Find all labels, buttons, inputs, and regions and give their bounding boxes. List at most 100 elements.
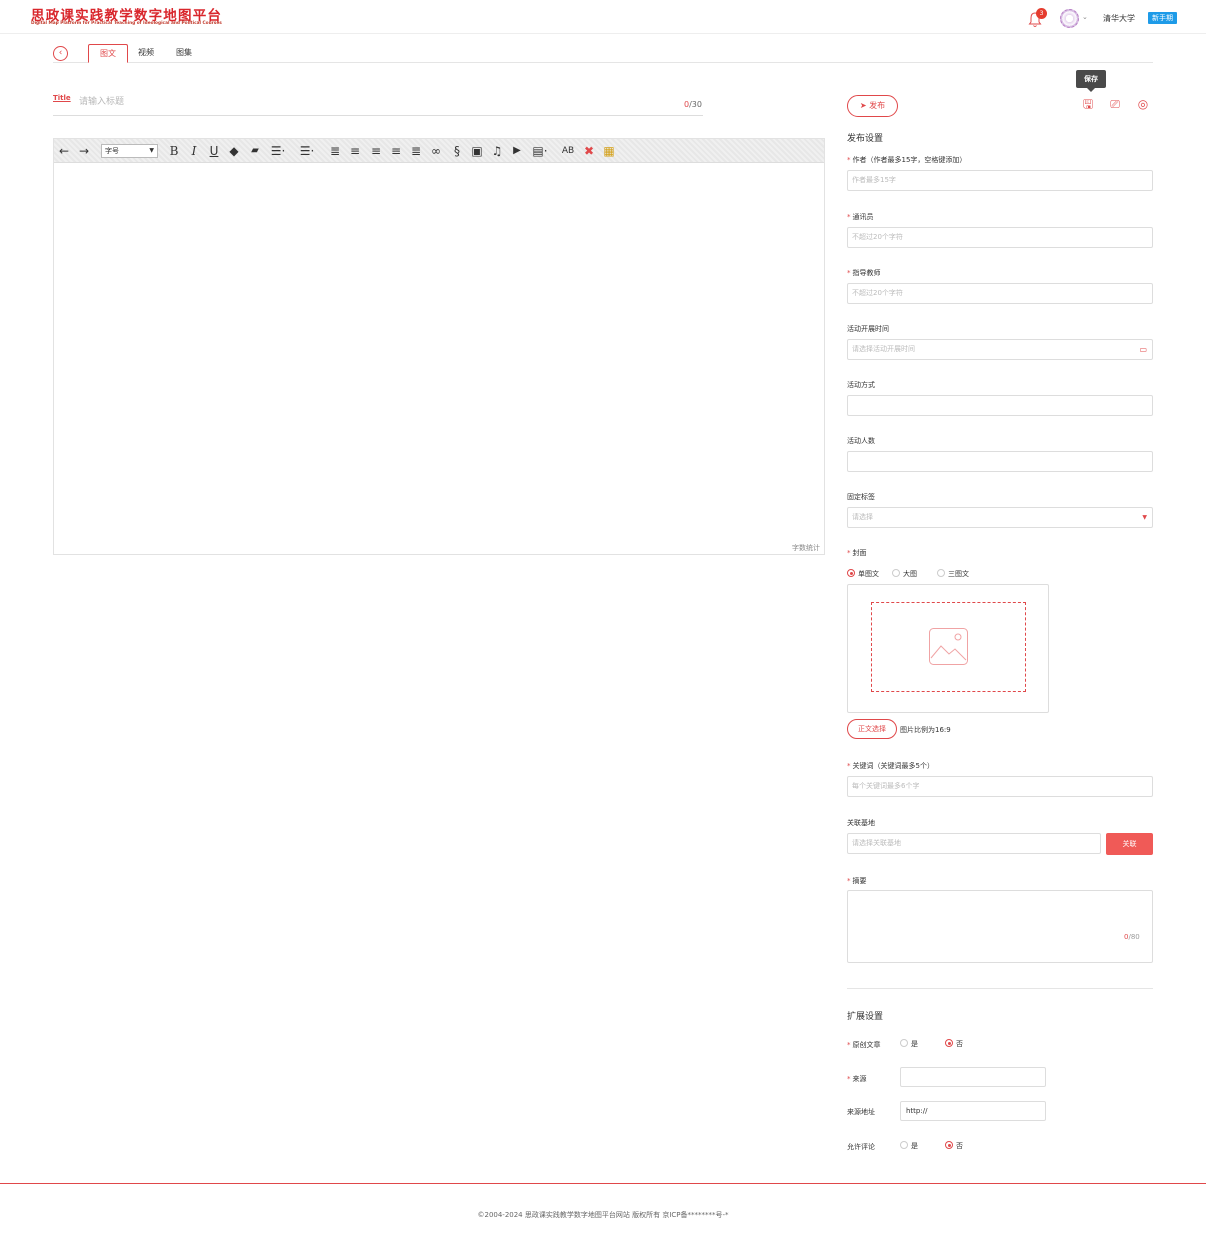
tab-article[interactable]: 图文 (88, 44, 128, 63)
activity-time-picker[interactable]: 请选择活动开展时间 ▭ (847, 339, 1153, 360)
advisor-label-text: 指导教师 (852, 269, 881, 277)
activity-count-input[interactable] (847, 451, 1153, 472)
link-base-button[interactable]: 关联 (1106, 833, 1153, 855)
chevron-down-icon[interactable]: ⌄ (1082, 13, 1088, 21)
cover-label: * 封面 (847, 548, 867, 558)
publish-settings-title: 发布设置 (847, 134, 884, 144)
save-icon[interactable]: 🖫 (1080, 96, 1096, 112)
allow-comment-yes-radio[interactable]: 是 (900, 1141, 918, 1151)
calendar-icon: ▭ (1139, 345, 1147, 354)
cover-option-label: 三图文 (948, 570, 969, 578)
fixed-tag-placeholder: 请选择 (852, 513, 873, 521)
cover-ratio-hint: 图片比例为16:9 (900, 726, 951, 734)
font-size-select[interactable]: 字号 ▼ (101, 144, 158, 158)
correspondent-input[interactable]: 不超过20个字符 (847, 227, 1153, 248)
summary-label-text: 摘要 (852, 877, 867, 885)
linked-base-input[interactable]: 请选择关联基地 (847, 833, 1101, 854)
radio-label: 是 (911, 1142, 918, 1150)
author-label: * 作者（作者最多15字，空格键添加） (847, 155, 966, 165)
chevron-left-icon: ‹ (58, 48, 63, 58)
word-count[interactable]: 字数统计 (792, 543, 820, 553)
radio-label: 是 (911, 1040, 918, 1048)
original-no-radio[interactable]: 否 (945, 1039, 963, 1049)
preview-icon[interactable]: ◎ (1135, 96, 1151, 112)
bold-icon[interactable]: B (167, 143, 181, 159)
ordered-list-icon[interactable]: ☰· (268, 143, 288, 159)
original-label: * 原创文章 (847, 1040, 881, 1050)
undo-icon[interactable]: ← (57, 143, 71, 159)
unlink-icon[interactable]: § (450, 143, 464, 159)
footer-divider (0, 1183, 1206, 1184)
publish-label: 发布 (869, 101, 886, 110)
table-icon[interactable]: ▦ (601, 143, 617, 159)
cover-option-single[interactable]: 单图文 (847, 569, 879, 579)
keywords-input[interactable]: 每个关键词最多6个字 (847, 776, 1153, 797)
radio-checked-icon (945, 1039, 953, 1047)
fixed-tag-select[interactable]: 请选择 ▼ (847, 507, 1153, 528)
source-label: * 来源 (847, 1074, 867, 1084)
template-icon[interactable]: ▤· (530, 143, 550, 159)
cover-option-triple[interactable]: 三图文 (937, 569, 969, 579)
school-name[interactable]: 清华大学 (1103, 13, 1135, 24)
fixed-tag-label: 固定标签 (847, 493, 875, 501)
required-mark: * (847, 269, 851, 277)
advisor-label: * 指导教师 (847, 268, 881, 278)
unordered-list-icon[interactable]: ☰· (297, 143, 317, 159)
advisor-input[interactable]: 不超过20个字符 (847, 283, 1153, 304)
required-mark: * (847, 762, 851, 770)
underline-icon[interactable]: U (207, 143, 221, 159)
source-url-input[interactable]: http:// (900, 1101, 1046, 1121)
italic-icon[interactable]: I (187, 143, 201, 159)
keywords-label-text: 关键词（关键词最多5个） (852, 762, 934, 770)
link-icon[interactable]: ∞ (429, 143, 443, 159)
summary-char-count: 0/80 (1124, 933, 1140, 941)
align-center-icon[interactable]: ≡ (389, 143, 403, 159)
tab-video[interactable]: 视频 (132, 44, 160, 63)
correspondent-label-text: 通讯员 (852, 213, 874, 221)
align-left-icon[interactable]: ≡ (348, 143, 362, 159)
summary-textarea[interactable] (847, 890, 1153, 963)
newbie-badge[interactable]: 新手期 (1148, 12, 1177, 24)
clear-format-icon[interactable]: ✖ (582, 143, 596, 159)
summary-count-max: /80 (1128, 933, 1140, 941)
avatar[interactable] (1060, 9, 1079, 28)
original-yes-radio[interactable]: 是 (900, 1039, 918, 1049)
redo-icon[interactable]: → (77, 143, 91, 159)
comment-icon[interactable]: ⎚ (1107, 96, 1123, 112)
platform-logo-subtitle: Digital Map Platform for Practical Teach… (31, 21, 222, 26)
justify-icon[interactable]: ≣ (409, 143, 423, 159)
cover-label-text: 封面 (852, 549, 867, 557)
send-icon: ➤ (859, 101, 870, 110)
radio-unchecked-icon (900, 1039, 908, 1047)
indent-icon[interactable]: ≣ (328, 143, 342, 159)
settings-divider (847, 988, 1153, 989)
font-size-label: 字号 (105, 147, 119, 155)
align-right-icon[interactable]: ≡ (369, 143, 383, 159)
image-icon[interactable]: ▣ (470, 143, 484, 159)
cover-option-large[interactable]: 大图 (892, 569, 917, 579)
radio-unchecked-icon (892, 569, 900, 577)
author-input[interactable]: 作者最多15字 (847, 170, 1153, 191)
keywords-label: * 关键词（关键词最多5个） (847, 761, 934, 771)
video-icon[interactable]: ▶ (510, 143, 524, 159)
source-input[interactable] (900, 1067, 1046, 1087)
linked-base-label: 关联基地 (847, 819, 875, 827)
publish-button[interactable]: ➤ 发布 (847, 95, 898, 117)
source-url-label: 来源地址 (847, 1108, 875, 1116)
image-placeholder-icon (929, 628, 968, 665)
back-button[interactable]: ‹ (53, 46, 68, 61)
caret-down-icon: ▼ (1142, 514, 1147, 521)
spellcheck-icon[interactable]: AB (560, 143, 576, 159)
rich-text-editor[interactable] (53, 138, 825, 555)
tooltip-arrow (1087, 88, 1095, 92)
select-from-body-button[interactable]: 正文选择 (847, 719, 897, 739)
eraser-icon[interactable]: ◆ (227, 143, 241, 159)
radio-label: 否 (956, 1040, 963, 1048)
title-input[interactable] (79, 96, 639, 106)
tab-gallery[interactable]: 图集 (170, 44, 198, 63)
allow-comment-no-radio[interactable]: 否 (945, 1141, 963, 1151)
music-icon[interactable]: ♫ (490, 143, 504, 159)
activity-mode-label: 活动方式 (847, 381, 875, 389)
format-brush-icon[interactable]: ▰ (248, 143, 262, 159)
activity-mode-input[interactable] (847, 395, 1153, 416)
